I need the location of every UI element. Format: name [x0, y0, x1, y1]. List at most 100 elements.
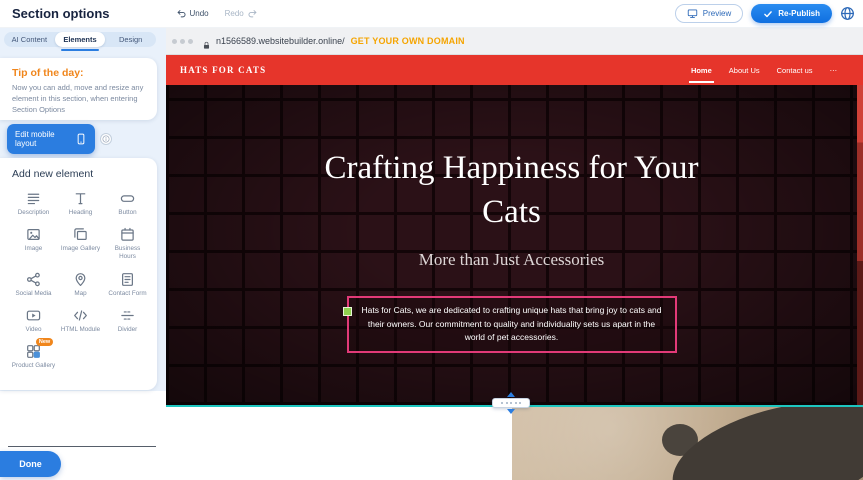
element-tile-label: Divider — [118, 326, 138, 334]
sidebar: AI ContentElementsDesign Tip of the day:… — [0, 28, 166, 480]
site-url: n1566589.websitebuilder.online/ — [216, 36, 345, 46]
map-icon — [73, 272, 88, 287]
element-tile-business-hours[interactable]: Business Hours — [104, 225, 151, 261]
hero-section[interactable]: Crafting Happiness for Your Cats More th… — [166, 85, 857, 405]
info-icon[interactable] — [100, 133, 112, 145]
preview-label: Preview — [703, 9, 731, 18]
undo-icon — [176, 8, 187, 19]
drag-grip[interactable] — [492, 398, 530, 408]
element-tile-label: Image — [25, 245, 43, 253]
section-resize-handle[interactable] — [491, 392, 531, 414]
tab-ai-content[interactable]: AI Content — [4, 32, 55, 47]
sidebar-tabs: AI ContentElementsDesign — [4, 32, 156, 47]
hero-title[interactable]: Crafting Happiness for Your Cats — [297, 147, 727, 234]
business-hours-icon — [120, 227, 135, 242]
monitor-icon — [687, 8, 698, 19]
element-tile-video[interactable]: Video — [10, 306, 57, 334]
sidebar-divider — [8, 446, 156, 447]
element-tile-social-media[interactable]: Social Media — [10, 270, 57, 298]
redo-label: Redo — [225, 9, 244, 18]
element-tile-contact-form[interactable]: Contact Form — [104, 270, 151, 298]
page-title: Section options — [12, 6, 110, 21]
tip-title: Tip of the day: — [12, 67, 145, 79]
element-tile-label: Social Media — [15, 290, 51, 298]
tab-design[interactable]: Design — [105, 32, 156, 47]
get-domain-link[interactable]: GET YOUR OWN DOMAIN — [351, 36, 465, 46]
undo-button[interactable]: Undo — [176, 8, 209, 19]
button-icon — [120, 191, 135, 206]
hero-subtitle[interactable]: More than Just Accessories — [166, 250, 857, 270]
site-header: HATS FOR CATS Home About Us Contact us ⋯ — [166, 55, 863, 85]
edit-mobile-label: Edit mobile layout — [15, 130, 75, 148]
element-tile-image-gallery[interactable]: Image Gallery — [57, 225, 104, 261]
site-canvas: n1566589.websitebuilder.online/ GET YOUR… — [166, 28, 863, 480]
republish-label: Re-Publish — [778, 9, 820, 18]
browser-dot — [188, 39, 193, 44]
resize-up-arrow-icon — [507, 392, 515, 397]
preview-button[interactable]: Preview — [675, 4, 743, 23]
topbar: Section options Undo Redo Preview Re-Pub… — [0, 0, 863, 28]
hero-text-box[interactable]: Hats for Cats, we are dedicated to craft… — [347, 296, 677, 353]
selection-handle[interactable] — [343, 307, 352, 316]
image-icon — [26, 227, 41, 242]
cat-photo — [512, 407, 863, 480]
history-controls: Undo Redo — [176, 8, 258, 19]
tab-elements[interactable]: Elements — [55, 32, 106, 47]
video-icon — [26, 308, 41, 323]
nav-item-contact-us[interactable]: Contact us — [777, 66, 813, 75]
element-tile-label: Product Gallery — [12, 362, 55, 370]
app: Section options Undo Redo Preview Re-Pub… — [0, 0, 863, 480]
element-tile-label: Description — [18, 209, 50, 217]
element-tile-divider[interactable]: Divider — [104, 306, 151, 334]
element-tile-label: HTML Module — [61, 326, 100, 334]
element-tile-button[interactable]: Button — [104, 189, 151, 217]
add-element-panel: Add new element Description Heading Butt… — [0, 158, 157, 390]
site-scroll-strip[interactable] — [857, 85, 863, 405]
undo-label: Undo — [190, 9, 209, 18]
nav-item-home[interactable]: Home — [691, 66, 712, 75]
element-tile-heading[interactable]: Heading — [57, 189, 104, 217]
topbar-actions: Preview Re-Publish — [675, 4, 855, 23]
globe-icon[interactable] — [840, 6, 855, 21]
description-icon — [26, 191, 41, 206]
divider-icon — [120, 308, 135, 323]
lock-icon — [202, 37, 211, 46]
add-element-title: Add new element — [12, 168, 151, 180]
site-logo[interactable]: HATS FOR CATS — [180, 65, 266, 75]
check-icon — [763, 9, 773, 19]
new-badge: New — [36, 338, 53, 347]
html-module-icon — [73, 308, 88, 323]
contact-form-icon — [120, 272, 135, 287]
element-tile-html-module[interactable]: HTML Module — [57, 306, 104, 334]
product-gallery-icon — [26, 344, 41, 359]
element-tile-label: Video — [26, 326, 42, 334]
mobile-phone-icon — [75, 132, 87, 146]
element-tile-product-gallery[interactable]: New Product Gallery — [10, 342, 57, 370]
element-tile-image[interactable]: Image — [10, 225, 57, 261]
heading-icon — [73, 191, 88, 206]
tip-card: Tip of the day: Now you can add, move an… — [0, 58, 157, 120]
site-nav: Home About Us Contact us ⋯ — [691, 66, 837, 75]
element-tile-description[interactable]: Description — [10, 189, 57, 217]
redo-button[interactable]: Redo — [225, 8, 258, 19]
browser-bar: n1566589.websitebuilder.online/ GET YOUR… — [166, 28, 863, 55]
element-tile-label: Heading — [69, 209, 92, 217]
element-tile-map[interactable]: Map — [57, 270, 104, 298]
nav-item-about-us[interactable]: About Us — [729, 66, 760, 75]
resize-down-arrow-icon — [507, 409, 515, 414]
browser-dot — [180, 39, 185, 44]
republish-button[interactable]: Re-Publish — [751, 4, 832, 23]
hero-paragraph: Hats for Cats, we are dedicated to craft… — [361, 305, 661, 342]
element-tile-label: Contact Form — [108, 290, 146, 298]
next-section — [166, 407, 863, 480]
element-tile-label: Image Gallery — [61, 245, 100, 253]
element-tile-label: Button — [118, 209, 136, 217]
edit-mobile-layout-button[interactable]: Edit mobile layout — [7, 124, 95, 154]
nav-item-more[interactable]: ⋯ — [830, 66, 838, 75]
social-media-icon — [26, 272, 41, 287]
element-tile-label: Map — [74, 290, 86, 298]
element-tile-label: Business Hours — [106, 245, 150, 261]
element-grid: Description Heading Button Image Image G… — [10, 189, 151, 370]
done-button[interactable]: Done — [0, 451, 61, 477]
image-gallery-icon — [73, 227, 88, 242]
